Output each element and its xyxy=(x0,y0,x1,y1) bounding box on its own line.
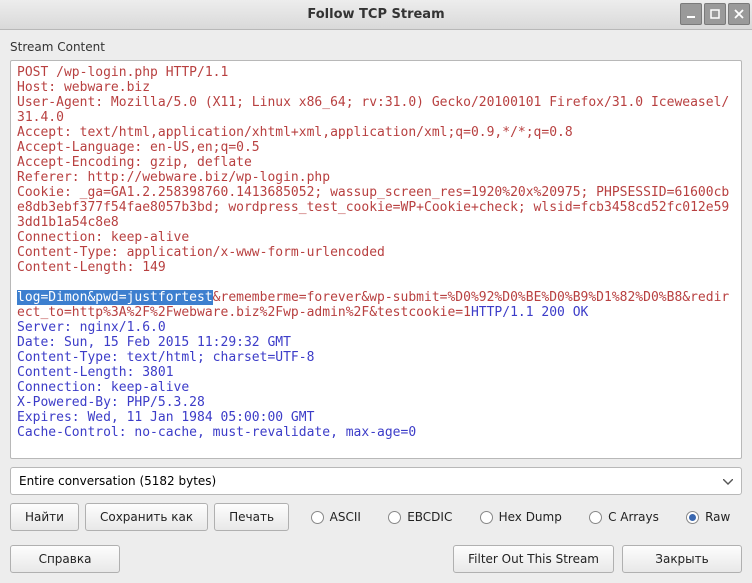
radio-icon xyxy=(311,511,324,524)
stream-content-textarea[interactable]: POST /wp-login.php HTTP/1.1 Host: webwar… xyxy=(10,60,742,459)
action-row: Найти Сохранить как Печать ASCII EBCDIC … xyxy=(10,503,742,531)
window-title: Follow TCP Stream xyxy=(0,7,752,22)
radio-label: C Arrays xyxy=(608,510,659,524)
save-as-button[interactable]: Сохранить как xyxy=(85,503,208,531)
radio-hexdump[interactable]: Hex Dump xyxy=(480,510,562,524)
filter-out-button[interactable]: Filter Out This Stream xyxy=(453,545,614,573)
maximize-button[interactable] xyxy=(704,3,726,25)
radio-ascii[interactable]: ASCII xyxy=(311,510,361,524)
radio-icon xyxy=(388,511,401,524)
stream-content-label: Stream Content xyxy=(10,40,742,54)
radio-raw[interactable]: Raw xyxy=(686,510,730,524)
selected-text: log=Dimon&pwd=justfortest xyxy=(17,290,213,305)
minimize-button[interactable] xyxy=(680,3,702,25)
radio-icon xyxy=(589,511,602,524)
print-button[interactable]: Печать xyxy=(214,503,289,531)
response-text: HTTP/1.1 200 OK Server: nginx/1.6.0 Date… xyxy=(17,305,588,440)
find-button[interactable]: Найти xyxy=(10,503,79,531)
help-button[interactable]: Справка xyxy=(10,545,120,573)
close-dialog-button[interactable]: Закрыть xyxy=(622,545,742,573)
titlebar: Follow TCP Stream xyxy=(0,0,752,30)
radio-label: Raw xyxy=(705,510,730,524)
radio-icon xyxy=(480,511,493,524)
radio-label: Hex Dump xyxy=(499,510,562,524)
close-button[interactable] xyxy=(728,3,750,25)
conversation-dropdown[interactable]: Entire conversation (5182 bytes) xyxy=(10,467,742,495)
radio-icon xyxy=(686,511,699,524)
dialog-body: Stream Content POST /wp-login.php HTTP/1… xyxy=(0,30,752,583)
window-controls xyxy=(680,3,750,25)
format-radio-group: ASCII EBCDIC Hex Dump C Arrays Raw xyxy=(295,510,742,524)
request-text: POST /wp-login.php HTTP/1.1 Host: webwar… xyxy=(17,65,729,275)
radio-ebcdic[interactable]: EBCDIC xyxy=(388,510,452,524)
radio-label: EBCDIC xyxy=(407,510,452,524)
conversation-dropdown-label: Entire conversation (5182 bytes) xyxy=(19,474,216,488)
radio-carrays[interactable]: C Arrays xyxy=(589,510,659,524)
radio-label: ASCII xyxy=(330,510,361,524)
bottom-row: Справка Filter Out This Stream Закрыть xyxy=(10,545,742,573)
chevron-down-icon xyxy=(723,474,733,488)
